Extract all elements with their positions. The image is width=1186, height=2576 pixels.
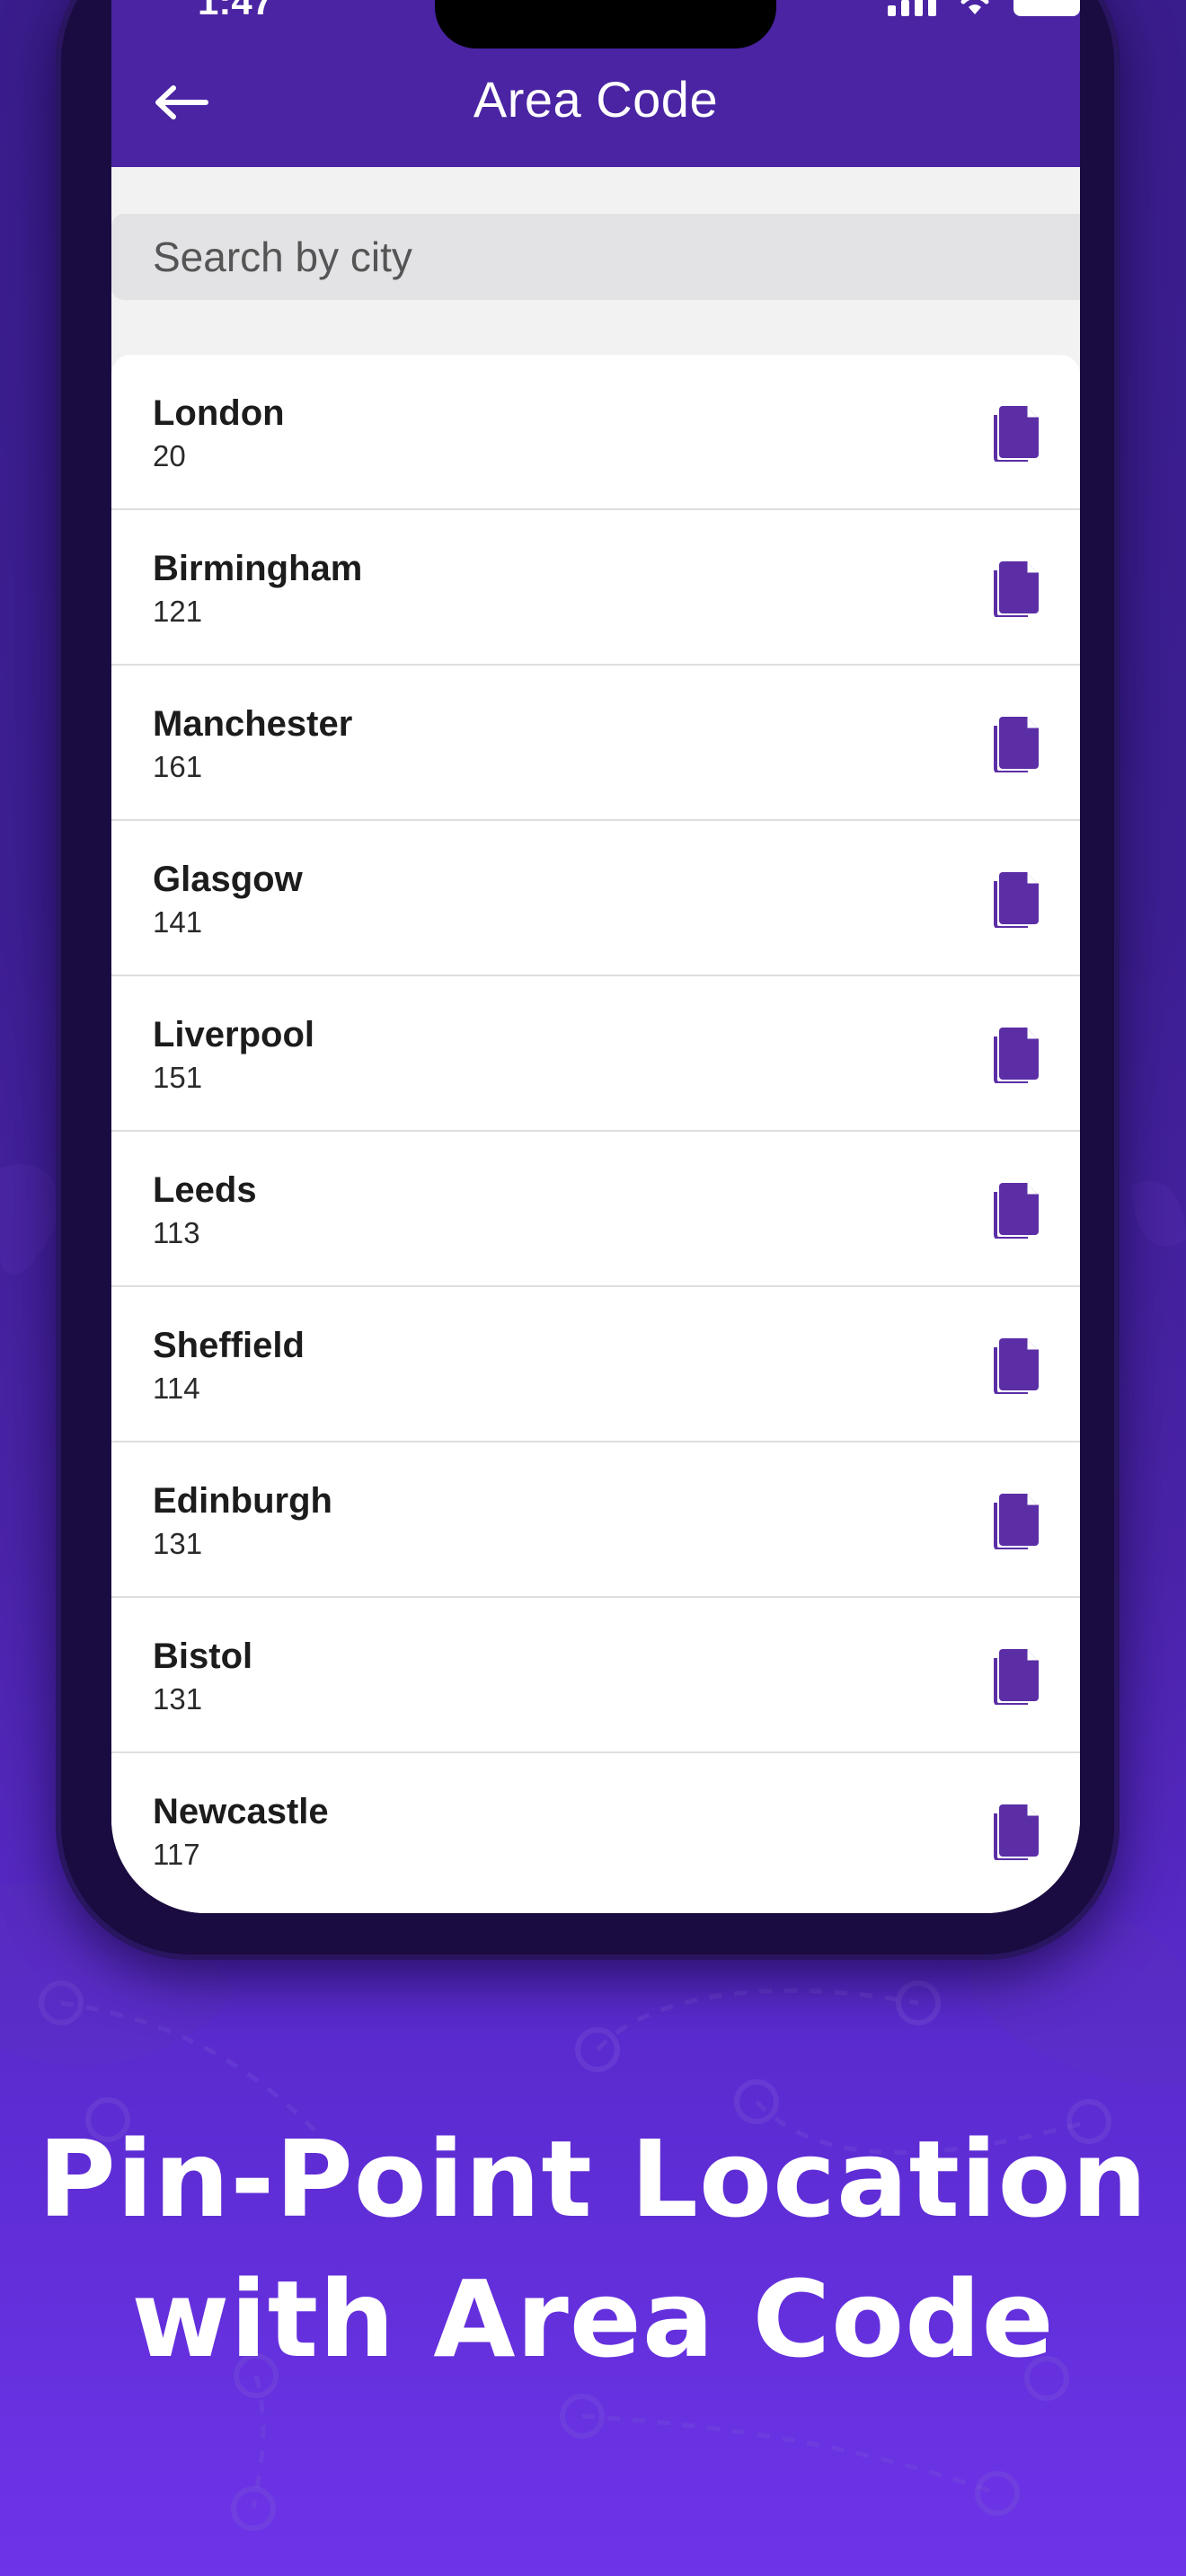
list-item[interactable]: Newcastle 117 (111, 1753, 1080, 1909)
city-name: Liverpool (153, 1015, 315, 1054)
copy-icon (992, 869, 1042, 932)
cellular-signal-icon (888, 0, 936, 16)
city-name: Sheffield (153, 1326, 305, 1365)
copy-button[interactable] (985, 1798, 1049, 1866)
list-item[interactable]: Birmingham 121 (111, 510, 1080, 666)
area-code: 131 (153, 1682, 203, 1716)
copy-button[interactable] (985, 866, 1049, 934)
area-code: 121 (153, 595, 203, 628)
list-item[interactable]: Bistol 131 (111, 1598, 1080, 1753)
list-item[interactable]: Edinburgh 131 (111, 1442, 1080, 1598)
arrow-left-icon (155, 85, 208, 119)
wifi-icon (960, 0, 989, 14)
copy-button[interactable] (985, 400, 1049, 468)
copy-button[interactable] (985, 1332, 1049, 1400)
copy-icon (992, 558, 1042, 622)
battery-icon (1013, 0, 1080, 16)
city-name: Glasgow (153, 860, 303, 899)
copy-button[interactable] (985, 1021, 1049, 1090)
area-code: 161 (153, 750, 203, 783)
city-name: Birmingham (153, 549, 363, 588)
area-code: 117 (153, 1838, 200, 1871)
area-code: 151 (153, 1061, 203, 1094)
app-screen: 1:47 Area Code London20Bi (111, 0, 1080, 1913)
area-code: 113 (153, 1216, 200, 1249)
copy-button[interactable] (985, 555, 1049, 623)
list-item[interactable]: Leeds 113 (111, 1132, 1080, 1287)
area-code: 141 (153, 905, 203, 939)
city-name: Bistol (153, 1636, 253, 1676)
city-name: Edinburgh (153, 1481, 332, 1521)
app-header: Area Code (111, 29, 1080, 167)
list-item[interactable]: Glasgow 141 (111, 821, 1080, 976)
list-item[interactable]: London 20 (111, 355, 1080, 510)
city-name: Leeds (153, 1170, 257, 1210)
camera-notch (435, 0, 776, 49)
copy-button[interactable] (985, 710, 1049, 779)
city-name: London (153, 393, 285, 433)
search-input[interactable] (111, 214, 1080, 300)
copy-icon (992, 1645, 1042, 1709)
copy-icon (992, 402, 1042, 466)
area-code-list: London 20 Birmingham 121 Manchester 161 Glasgo… (111, 355, 1080, 1913)
back-button[interactable] (147, 68, 216, 137)
copy-button[interactable] (985, 1487, 1049, 1556)
city-name: Newcastle (153, 1792, 329, 1831)
list-item[interactable]: Sheffield 114 (111, 1287, 1080, 1442)
copy-button[interactable] (985, 1177, 1049, 1245)
status-bar: 1:47 (111, 0, 1080, 49)
copy-icon (992, 1179, 1042, 1243)
copy-icon (992, 1801, 1042, 1865)
copy-icon (992, 1335, 1042, 1398)
copy-icon (992, 1024, 1042, 1088)
status-icons (888, 0, 1080, 16)
city-name: Manchester (153, 704, 353, 744)
area-code: 20 (153, 439, 186, 472)
list-item[interactable]: Liverpool 151 (111, 976, 1080, 1132)
copy-icon (992, 713, 1042, 777)
area-code: 114 (153, 1372, 200, 1405)
page-title: Area Code (473, 71, 719, 128)
status-time: 1:47 (198, 0, 274, 22)
promo-tagline: Pin-Point Location with Area Code (0, 2109, 1186, 2389)
tagline-line-2: with Area Code (131, 2257, 1055, 2381)
list-item[interactable]: Manchester 161 (111, 666, 1080, 821)
tagline-line-1: Pin-Point Location (38, 2117, 1148, 2241)
copy-icon (992, 1490, 1042, 1554)
search-bar (111, 214, 1080, 300)
copy-button[interactable] (985, 1643, 1049, 1711)
area-code: 131 (153, 1527, 203, 1560)
